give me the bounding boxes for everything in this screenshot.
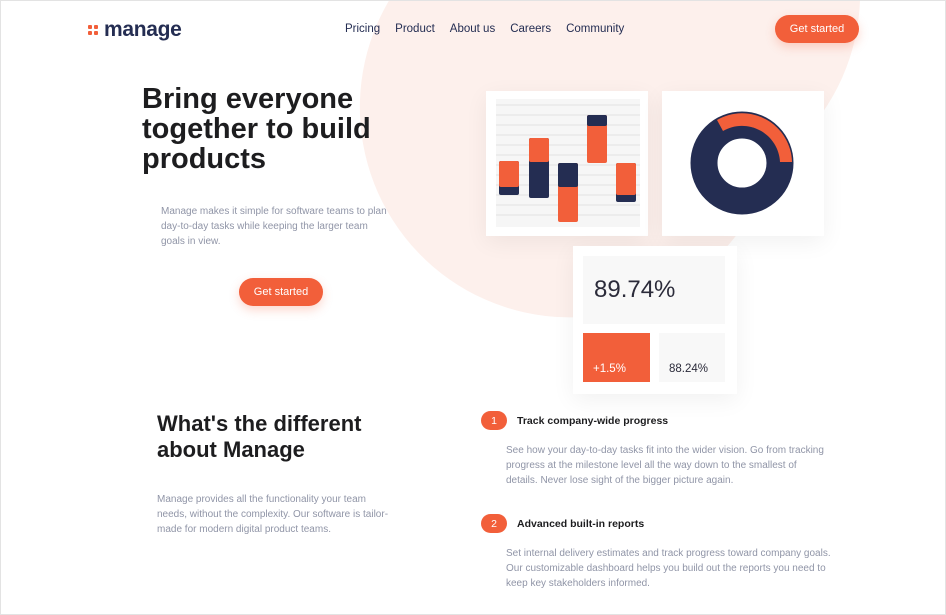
- feature-item: 1 Track company-wide progress See how yo…: [481, 411, 831, 488]
- bar-chart-card: [486, 91, 648, 236]
- nav-product[interactable]: Product: [395, 23, 435, 35]
- feature-number-badge: 1: [481, 411, 507, 430]
- hero-title: Bring everyone together to build product…: [142, 83, 371, 175]
- logo-mark-icon: [88, 25, 98, 35]
- feature-item: 2 Advanced built-in reports Set internal…: [481, 514, 831, 591]
- logo[interactable]: manage: [88, 18, 182, 42]
- nav-about-us[interactable]: About us: [450, 23, 495, 35]
- section-description: Manage provides all the functionality yo…: [157, 494, 389, 535]
- stat-secondary-value: 88.24%: [659, 333, 725, 382]
- donut-chart-illustration: [690, 111, 794, 215]
- feature-title: Track company-wide progress: [517, 414, 669, 427]
- logo-text: manage: [104, 18, 182, 41]
- stat-change-value: +1.5%: [583, 333, 650, 382]
- feature-number-badge: 2: [481, 514, 507, 533]
- hero-get-started-button[interactable]: Get started: [239, 278, 323, 306]
- stat-main-value: 89.74%: [583, 256, 725, 324]
- feature-description: Set internal delivery estimates and trac…: [506, 548, 831, 589]
- feature-title: Advanced built-in reports: [517, 517, 645, 530]
- hero-description: Manage makes it simple for software team…: [161, 206, 387, 247]
- header-get-started-button[interactable]: Get started: [775, 15, 859, 43]
- feature-description: See how your day-to-day tasks fit into t…: [506, 445, 824, 486]
- bar-chart-illustration: [496, 99, 640, 227]
- main-nav: Pricing Product About us Careers Communi…: [345, 23, 624, 35]
- donut-chart-card: [662, 91, 824, 236]
- nav-pricing[interactable]: Pricing: [345, 23, 380, 35]
- nav-community[interactable]: Community: [566, 23, 624, 35]
- stats-card: 89.74% +1.5% 88.24%: [573, 246, 737, 394]
- nav-careers[interactable]: Careers: [510, 23, 551, 35]
- section-title: What's the different about Manage: [157, 411, 362, 462]
